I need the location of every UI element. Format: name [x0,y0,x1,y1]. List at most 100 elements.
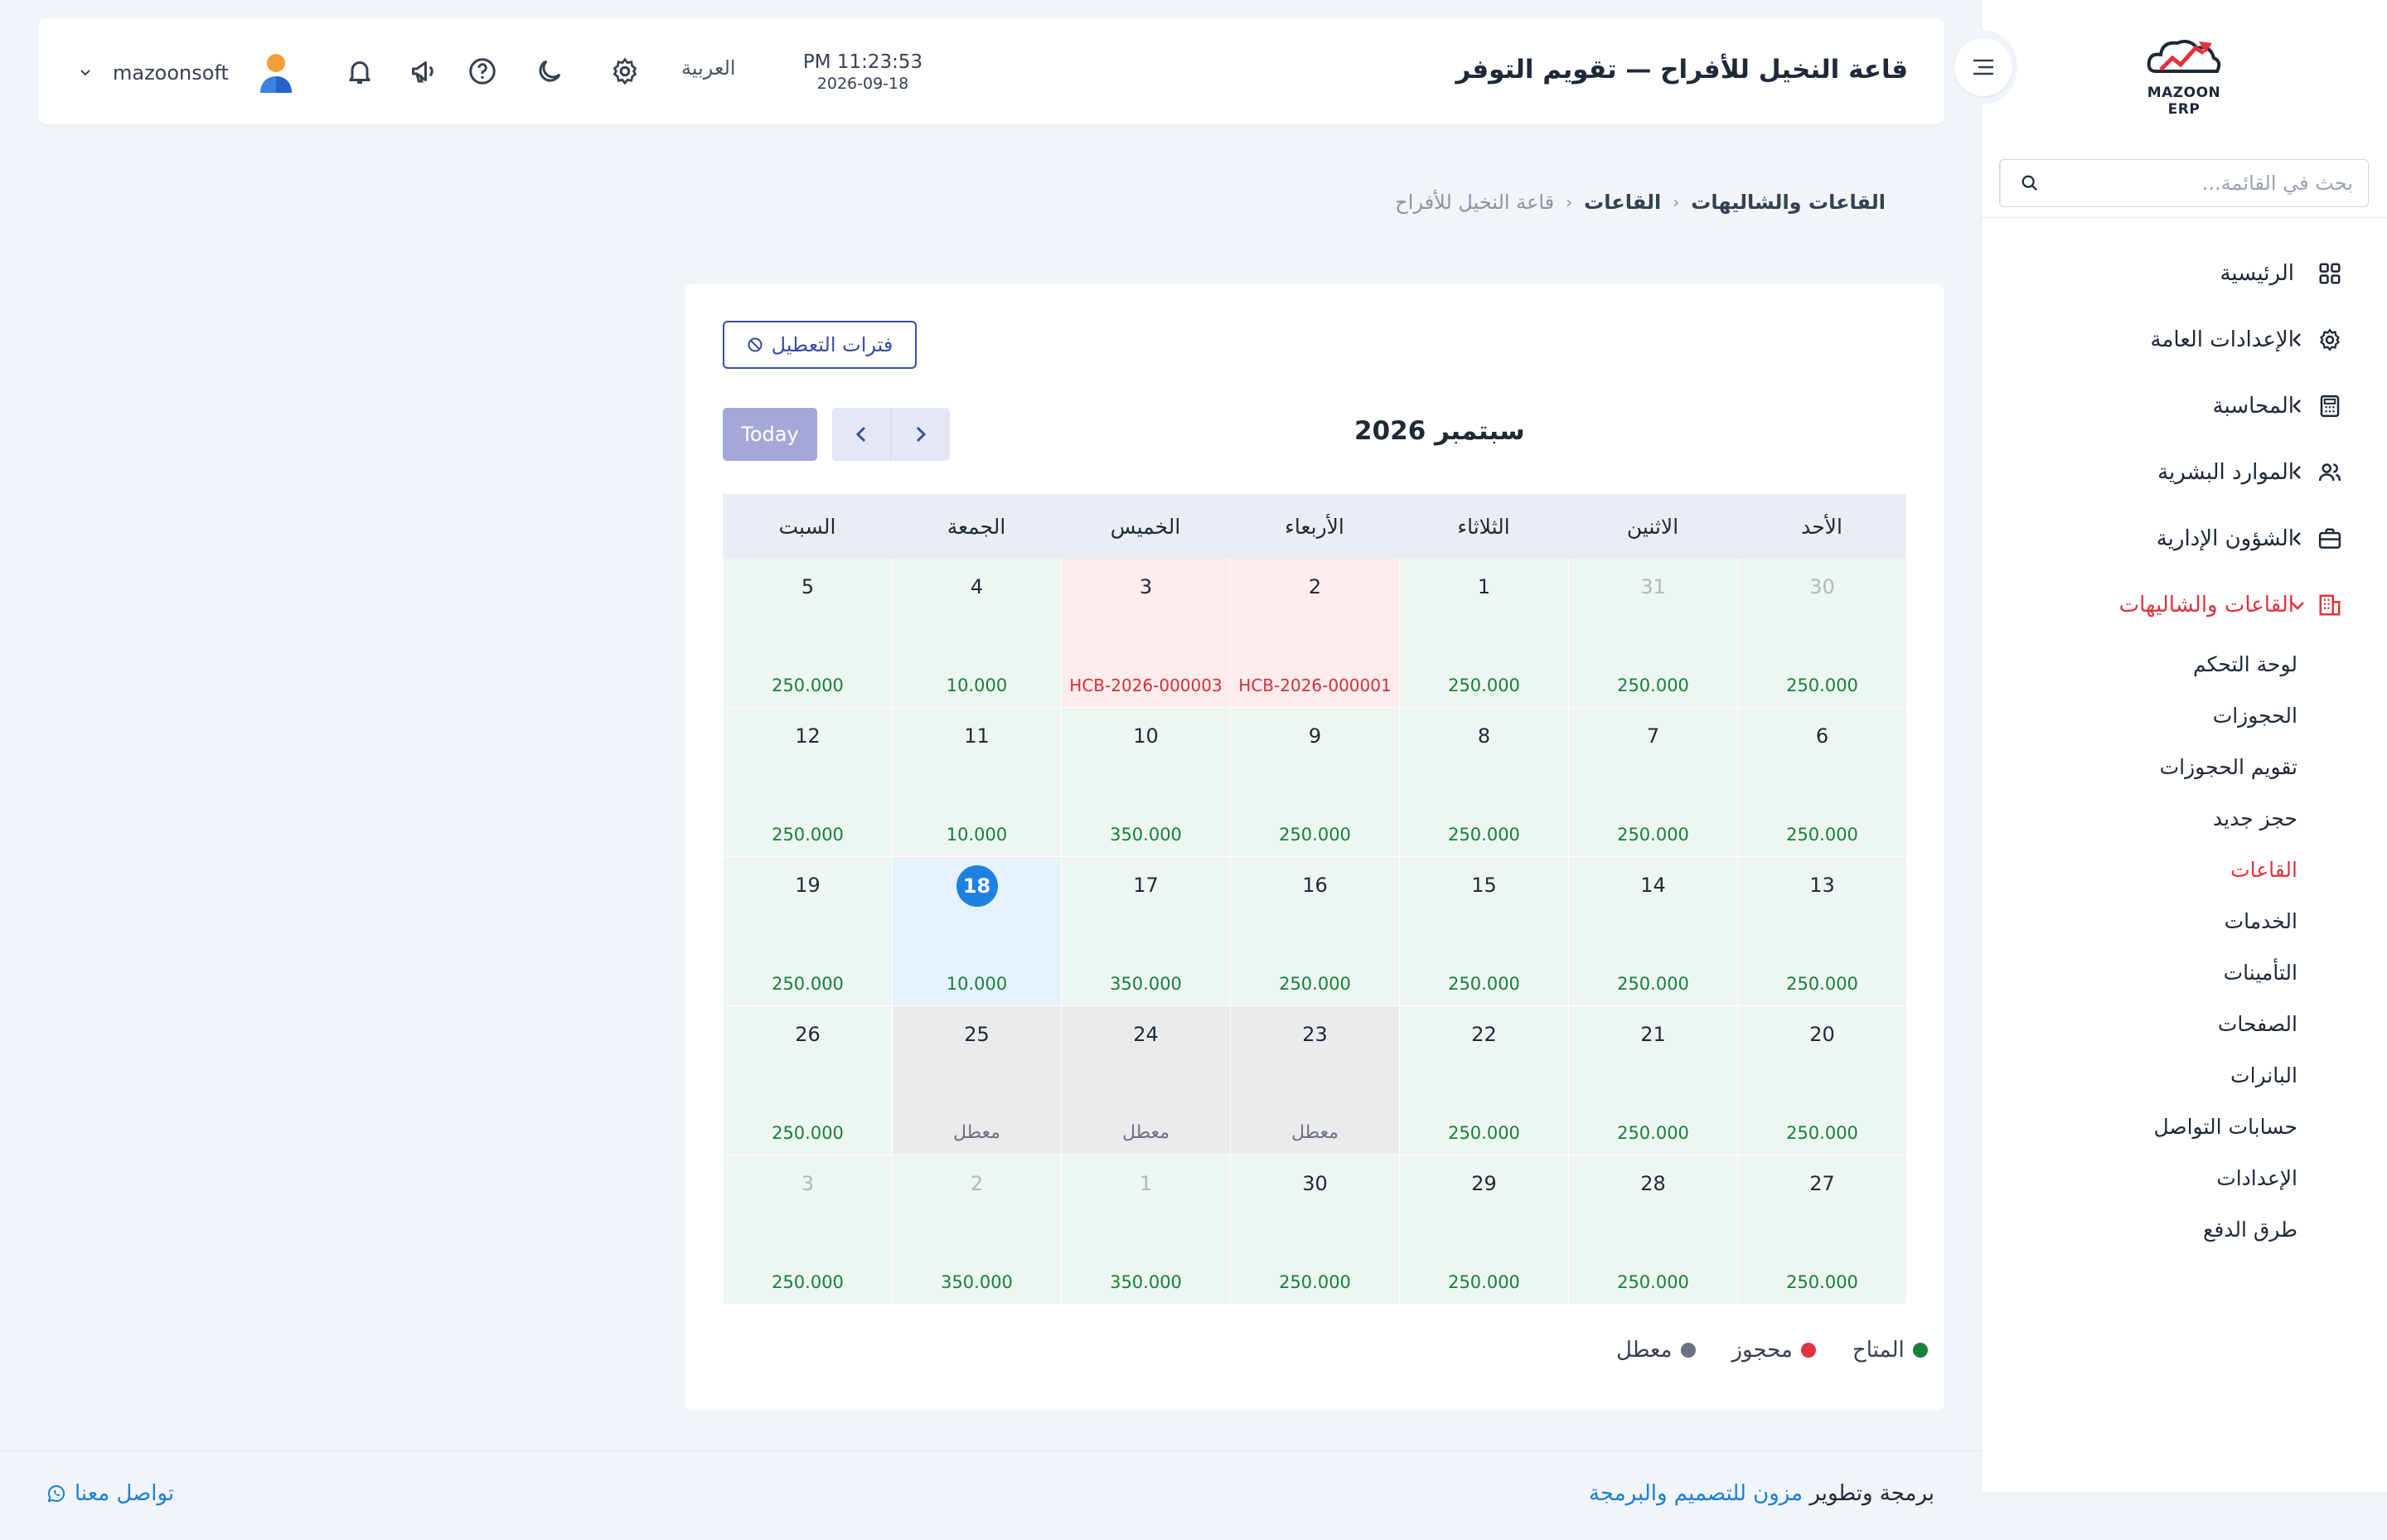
calendar-day-cell[interactable]: 22 250.000 [1399,1006,1568,1155]
dark-mode-moon-icon[interactable] [533,55,566,88]
calendar-day-cell[interactable]: 19 250.000 [723,857,892,1006]
sidebar-subitem-payment-methods[interactable]: طرق الدفع [1981,1203,2387,1255]
today-button[interactable]: Today [723,408,817,461]
calendar-day-cell[interactable]: 3 HCB-2026-000003 [1061,559,1230,708]
day-number: 21 [1640,1023,1666,1046]
sidebar-item-hr[interactable]: الموارد البشرية [1981,439,2387,506]
contact-us-link[interactable]: تواصل معنا [46,1481,174,1506]
day-number: 22 [1471,1023,1497,1046]
sidebar-item-label: الإعدادات العامة [2150,327,2294,352]
legend-dot [1912,1343,1928,1358]
calendar-day-cell[interactable]: 1 250.000 [1399,559,1568,708]
sidebar-subitem-pages[interactable]: الصفحات [1981,998,2387,1049]
settings-gear-icon[interactable] [608,55,642,88]
search-icon[interactable] [2000,160,2058,206]
calendar-day-cell[interactable]: 17 350.000 [1061,857,1230,1006]
calendar-day-cell[interactable]: 29 250.000 [1399,1155,1568,1305]
booking-reference[interactable]: HCB-2026-000001 [1231,676,1399,695]
day-price: 250.000 [1448,825,1520,845]
legend-item-disabled: معطل [1616,1338,1696,1363]
calendar-day-cell[interactable]: 14 250.000 [1568,857,1737,1006]
calendar-day-cell[interactable]: 13 250.000 [1737,857,1906,1006]
next-month-button[interactable] [891,408,950,461]
calendar-day-cell[interactable]: 30 250.000 [1737,559,1906,708]
calendar-day-cell[interactable]: 1 350.000 [1061,1155,1230,1305]
calendar-day-cell[interactable]: 30 250.000 [1230,1155,1399,1305]
calendar-day-cell[interactable]: 31 250.000 [1568,559,1737,708]
calendar-day-cell[interactable]: 23 معطل [1230,1006,1399,1155]
bell-icon[interactable] [343,55,376,88]
footer-credit-link[interactable]: مزون للتصميم والبرمجة [1589,1481,1803,1506]
clock-time: PM 11:23:53 [802,51,923,73]
calendar-day-cell[interactable]: 7 250.000 [1568,708,1737,857]
calendar-day-cell[interactable]: 9 250.000 [1230,708,1399,857]
weekday-wednesday: الأربعاء [1285,514,1344,539]
booking-reference[interactable]: HCB-2026-000003 [1062,676,1230,695]
calendar-day-cell[interactable]: 26 250.000 [723,1006,892,1155]
day-number: 10 [1133,724,1159,748]
sidebar-subitem-settings[interactable]: الإعدادات [1981,1152,2387,1203]
logo[interactable]: MAZOON ERP [2130,33,2238,118]
sidebar-item-home[interactable]: الرئيسية [1981,240,2387,307]
day-price: 250.000 [1448,676,1520,695]
breadcrumb-halls[interactable]: القاعات [1584,191,1661,214]
calendar-day-cell[interactable]: 2 350.000 [892,1155,1061,1305]
calendar-day-cell[interactable]: 8 250.000 [1399,708,1568,857]
day-number: 28 [1640,1172,1666,1195]
weekday-tuesday: الثلاثاء [1457,514,1510,539]
calendar-day-cell[interactable]: 12 250.000 [723,708,892,857]
sidebar-toggle[interactable] [1948,30,2017,104]
calendar-day-cell[interactable]: 28 250.000 [1568,1155,1737,1305]
sidebar-subitem-bookings-calendar[interactable]: تقويم الحجوزات [1981,741,2387,792]
sidebar-search-input[interactable] [2058,160,2368,206]
calendar-day-cell[interactable]: 5 250.000 [723,559,892,708]
calendar-day-cell[interactable]: 18 10.000 [892,857,1061,1006]
calendar-day-cell[interactable]: 11 10.000 [892,708,1061,857]
user-menu[interactable]: mazoonsoft [80,51,295,94]
sidebar-subitem-banners[interactable]: البانرات [1981,1049,2387,1101]
day-price: 250.000 [1786,676,1858,695]
calendar-day-cell[interactable]: 25 معطل [892,1006,1061,1155]
disabled-label: معطل [952,1122,1001,1143]
sidebar-subitem-bookings[interactable]: الحجوزات [1981,690,2387,741]
breadcrumb-halls-chalets[interactable]: القاعات والشاليهات [1691,191,1886,214]
sidebar-subitem-social-accounts[interactable]: حسابات التواصل [1981,1101,2387,1152]
top-header: قاعة النخيل للأفراح — تقويم التوفر PM 11… [38,18,1944,124]
menu-toggle-icon [1954,38,2012,96]
day-number: 3 [1139,575,1153,598]
calendar-day-cell[interactable]: 10 350.000 [1061,708,1230,857]
calendar-day-cell[interactable]: 3 250.000 [723,1155,892,1305]
sidebar-search [1999,159,2369,207]
calendar-day-cell[interactable]: 15 250.000 [1399,857,1568,1006]
day-price: 250.000 [1448,974,1520,994]
prev-month-button[interactable] [832,408,891,461]
sidebar-subitem-new-booking[interactable]: حجز جديد [1981,792,2387,844]
sidebar-item-accounting[interactable]: المحاسبة [1981,373,2387,439]
calendar-day-cell[interactable]: 21 250.000 [1568,1006,1737,1155]
calendar-day-cell[interactable]: 2 HCB-2026-000001 [1230,559,1399,708]
sidebar-subitem-dashboard[interactable]: لوحة التحكم [1981,638,2387,690]
megaphone-icon[interactable] [408,55,441,88]
calendar-day-cell[interactable]: 6 250.000 [1737,708,1906,857]
help-icon[interactable] [466,55,499,88]
sidebar-item-halls-chalets[interactable]: القاعات والشاليهات [1981,572,2387,638]
day-number: 2 [970,1172,984,1195]
sidebar-subitem-halls[interactable]: القاعات [1981,844,2387,895]
sidebar-subitem-deposits[interactable]: التأمينات [1981,947,2387,998]
downtime-periods-button[interactable]: فترات التعطيل [723,321,917,369]
day-price: 250.000 [1617,974,1689,994]
calendar-day-cell[interactable]: 16 250.000 [1230,857,1399,1006]
sidebar-subitem-services[interactable]: الخدمات [1981,895,2387,947]
weekday-thursday: الخميس [1110,514,1181,539]
chevron-right-icon [914,424,927,444]
calendar-day-cell[interactable]: 4 10.000 [892,559,1061,708]
day-price: 250.000 [1279,1272,1351,1292]
sidebar-item-general-settings[interactable]: الإعدادات العامة [1981,307,2387,373]
calendar-day-cell[interactable]: 20 250.000 [1737,1006,1906,1155]
calendar-day-cell[interactable]: 27 250.000 [1737,1155,1906,1305]
calendar-day-cell[interactable]: 24 معطل [1061,1006,1230,1155]
chevron-left-icon [2288,396,2307,416]
sidebar-item-admin-affairs[interactable]: الشؤون الإدارية [1981,506,2387,572]
sidebar-item-label: الموارد البشرية [2157,460,2294,485]
language-switcher[interactable]: العربية [681,56,736,80]
